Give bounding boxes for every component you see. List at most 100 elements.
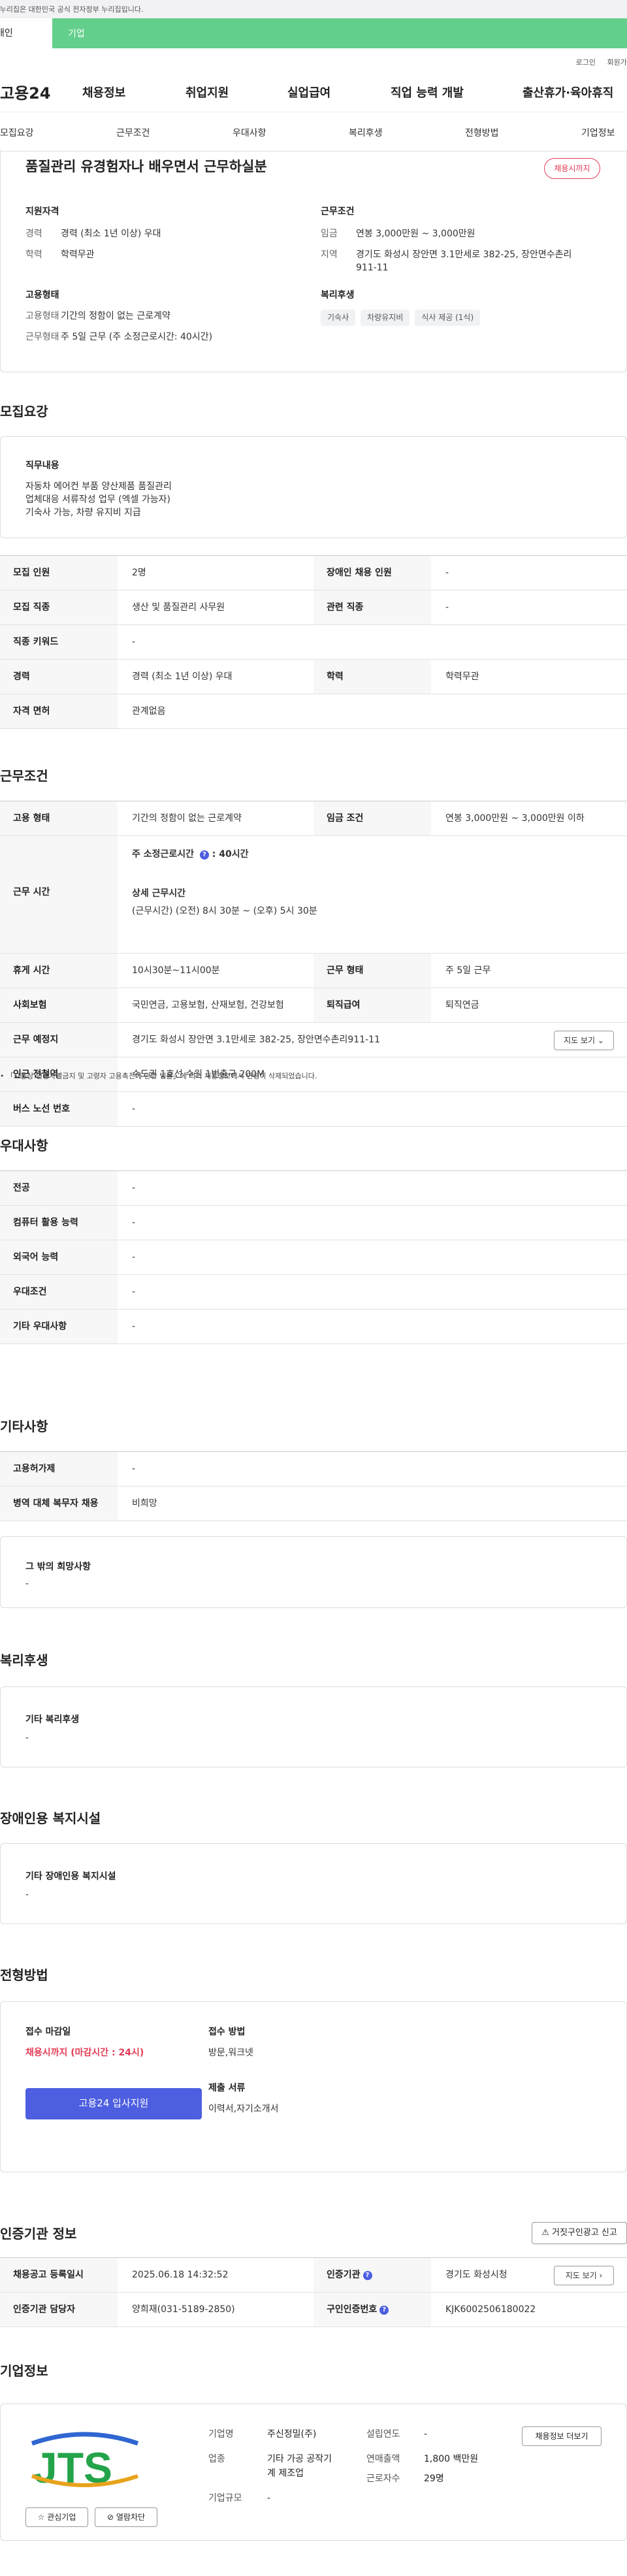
login-link[interactable]: 로그인 [576,58,596,67]
user-type-tabs: 개인 기업 [0,18,627,48]
company-founded: 설립연도 - [366,2429,428,2439]
company-box: JTS ☆ 관심기업 ⊘ 열람차단 기업명 주신정밀(주) 업종 기타 가공 공작기… [0,2404,627,2541]
report-fake-ad-button[interactable]: ⚠ 거짓구인광고 신고 [532,2222,627,2244]
join-link[interactable]: 회원가입 [607,58,627,67]
job-detail-body: 모집요강 직무내용 자동차 에어컨 부품 양산제품 품질관리 업체대응 서류작성… [0,372,627,2439]
site-logo[interactable]: 고용24 [0,82,51,105]
table-row: 병역 대체 복무자 채용 비희망 [0,1487,627,1521]
company-size: 기업규모 - [208,2493,271,2504]
deadline-badge: 채용시까지 [544,158,600,179]
table-row: 모집 인원 2명 장애인 채용 인원 - [0,556,627,590]
cert-section-title: 인증기관 정보 [0,2226,77,2242]
info-icon[interactable]: ? [199,850,209,860]
gov-notice-bar: 이 누리집은 대한민국 공식 전자정부 누리집입니다. [0,0,627,18]
section-nav-recruit[interactable]: 모집요강 [0,127,34,140]
info-icon[interactable]: ? [362,2271,372,2280]
welfare-chip: 차량유지비 [361,310,410,327]
welfare-box: 기타 복리후생 - [0,1686,627,1767]
company-employees: 근로자수 29명 [366,2473,444,2484]
qual-education: 학력 학력무관 [25,250,95,260]
section-nav-preferences[interactable]: 우대사항 [233,127,266,140]
deadline-value: 채용시까지 (마감시간 : 24시) [25,2048,144,2058]
chevron-right-icon: › [599,2271,603,2280]
emp-form: 근무형태 주 5일 근무 (주 소정근로시간: 40시간) [25,332,213,342]
table-row: 근무 예정지 경기도 화성시 장안면 3.1만세로 382-25, 장안면수촌리9… [0,1023,627,1057]
wish-box: 그 밖의 희망사항 - [0,1536,627,1608]
duty-heading: 직무내용 [25,460,59,471]
table-row: 고용허가제 - [0,1452,627,1487]
cert-table: 채용공고 등록일시 2025.06.18 14:32:52 인증기관? 경기도 화성시… [0,2257,627,2327]
gnb-item-unemployment-benefit[interactable]: 실업급여 [287,85,330,102]
work-salary: 임금 연봉 3,000만원 ~ 3,000만원 [321,229,475,239]
gnb-item-jobs[interactable]: 채용정보 [82,85,125,102]
conditions-section-title: 근무조건 [0,768,48,784]
company-logo: JTS [31,2432,139,2492]
table-row: 인증기관 담당자 양희재(031-5189-2850) 구인인증번호? KJK6002… [0,2293,627,2327]
gnb-item-vocational-training[interactable]: 직업 능력 개발 [391,85,464,102]
star-icon: ☆ [37,2513,45,2522]
table-row: 채용공고 등록일시 2025.06.18 14:32:52 인증기관? 경기도 화성시… [0,2258,627,2293]
qualification-heading: 지원자격 [25,206,59,217]
welfare-section-title: 복리후생 [0,1652,48,1668]
section-nav-conditions[interactable]: 근무조건 [116,127,150,140]
gnb-item-parental-leave[interactable]: 출산휴가·육아휴직 [522,85,613,102]
tab-company[interactable]: 기업 [68,27,85,40]
table-row: 버스 노선 번호 - [0,1092,627,1127]
disabled-facility-box: 기타 장애인용 복지시설 - [0,1843,627,1924]
table-row: 사회보험 국민연금, 고용보험, 산재보험, 건강보험 퇴직급여 퇴직연금 [0,988,627,1023]
block-icon: ⊘ [106,2513,114,2522]
recruit-section-title: 모집요강 [0,404,48,419]
info-mark-icon: • [0,1072,5,1080]
table-row: 고용 형태 기간의 정함이 없는 근로계약 임금 조건 연봉 3,000만원 ~ 3,… [0,801,627,836]
disabled-facility-section-title: 장애인용 복지시설 [0,1811,101,1826]
table-row: 기타 우대사항 - [0,1310,627,1344]
work-location: 지역 경기도 화성시 장안면 3.1만세로 382-25, 장안면수촌리911-1… [321,250,572,274]
screening-box: 접수 마감일 채용시까지 (마감시간 : 24시) 접수 방법 방문,워크넷 제… [0,2001,627,2172]
job-summary-card: 품질관리 유경험자나 배우면서 근무하실분 채용시까지 지원자격 경력 경력 (최… [0,150,627,372]
welfare-heading: 복리후생 [321,290,355,300]
cert-map-button[interactable]: 지도 보기 › [554,2266,614,2285]
table-row: 직종 키워드 - [0,625,627,660]
siren-icon: ⚠ [541,2228,549,2238]
global-nav: 고용24 채용정보 취업지원 실업급여 직업 능력 개발 출산휴가·육아휴직 [0,73,627,112]
welfare-chips: 기숙사 차량유지비 식사 제공 (1식) [321,310,485,327]
table-row: 외국어 능력 - [0,1240,627,1275]
apply-button[interactable]: 고용24 입사지원 [25,2088,202,2119]
table-row: 경력 경력 (최소 1년 이상) 우대 학력 학력무관 [0,660,627,694]
gov-notice-text: 이 누리집은 대한민국 공식 전자정부 누리집입니다. [0,5,144,14]
table-row: 자격 면허 관계없음 [0,694,627,729]
company-section-title: 기업정보 [0,2363,48,2379]
table-row: 휴게 시간 10시30분~11시00분 근무 형태 주 5일 근무 [0,954,627,988]
gnb-item-employment-support[interactable]: 취업지원 [185,85,229,102]
more-jobs-button[interactable]: 채용정보 더보기 [522,2426,602,2446]
section-nav-screening[interactable]: 전형방법 [465,127,499,140]
recruit-table: 모집 인원 2명 장애인 채용 인원 - 모집 직종 생산 및 품질관리 사무원 관련 직… [0,555,627,729]
preferences-table: 전공 - 컴퓨터 활용 능력 - 외국어 능력 - 우대조건 - 기타 우대사항 - [0,1170,627,1344]
company-name: 기업명 주신정밀(주) [208,2429,317,2439]
work-condition-heading: 근무조건 [321,206,355,217]
company-sales: 연매출액 1,800 백만원 [366,2454,479,2464]
duty-line: 자동차 에어컨 부품 양산제품 품질관리 [25,481,172,492]
map-view-button[interactable]: 지도 보기 ⌄ [554,1031,614,1050]
etc-section-title: 기타사항 [0,1419,48,1434]
welfare-chip: 식사 제공 (1식) [415,310,481,327]
emp-type: 고용형태 기간의 정함이 없는 근로계약 [25,311,170,321]
duty-line: 업체대응 서류작성 업무 (엑셀 가능자) [25,494,170,505]
favorite-company-button[interactable]: ☆ 관심기업 [25,2507,88,2527]
section-nav-welfare[interactable]: 복리후생 [349,127,383,140]
duty-line: 기숙사 가능, 차량 유지비 지급 [25,507,141,518]
etc-table: 고용허가제 - 병역 대체 복무자 채용 비희망 [0,1451,627,1521]
tab-personal[interactable]: 개인 [0,18,52,48]
employment-type-heading: 고용형태 [25,290,59,300]
info-icon[interactable]: ? [379,2306,389,2315]
table-row: 컴퓨터 활용 능력 - [0,1206,627,1240]
preferences-section-title: 우대사항 [0,1138,48,1153]
table-row: 근무 시간 주 소정근로시간 ? : 40시간 상세 근무시간 (근무시간) (… [0,836,627,954]
section-nav-company[interactable]: 기업정보 [581,127,615,140]
table-row: 모집 직종 생산 및 품질관리 사무원 관련 직종 - [0,590,627,625]
section-nav: 모집요강 근무조건 우대사항 복리후생 전형방법 기업정보 [0,112,627,152]
block-company-button[interactable]: ⊘ 열람차단 [95,2507,157,2527]
table-row: 우대조건 - [0,1275,627,1310]
utility-links: 로그인 회원가입 [0,48,627,73]
duty-box: 직무내용 자동차 에어컨 부품 양산제품 품질관리 업체대응 서류작성 업무 (… [0,436,627,538]
